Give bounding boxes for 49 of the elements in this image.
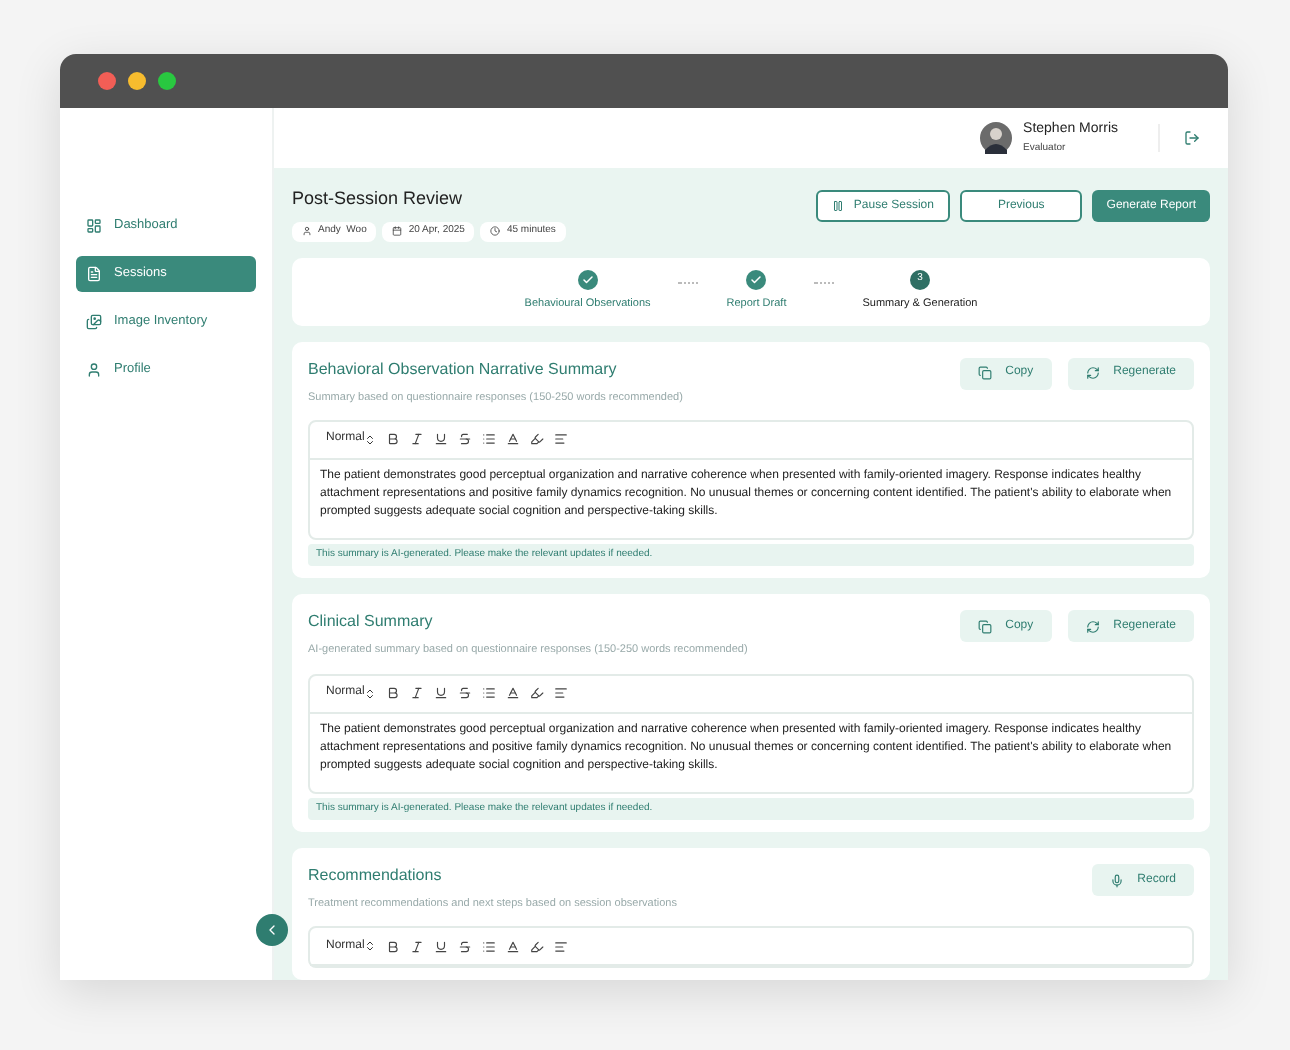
- underline-icon[interactable]: [434, 939, 449, 954]
- italic-icon[interactable]: [410, 686, 425, 700]
- text-editor[interactable]: [308, 673, 1194, 793]
- underline-icon[interactable]: [434, 686, 449, 700]
- italic-icon[interactable]: [410, 432, 425, 447]
- copy-icon: [977, 619, 992, 634]
- chevron-left-icon: [264, 922, 280, 938]
- section-title: Clinical Summary: [308, 610, 435, 635]
- minimize-window-icon[interactable]: [128, 72, 146, 90]
- list-icon[interactable]: [482, 939, 497, 954]
- strikethrough-icon[interactable]: [458, 939, 473, 954]
- text-color-icon[interactable]: [506, 686, 521, 700]
- refresh-icon: [1085, 366, 1100, 380]
- copy-icon: [977, 366, 992, 380]
- bold-icon[interactable]: [386, 432, 401, 447]
- align-left-icon[interactable]: [554, 939, 569, 954]
- clock-icon: [490, 226, 501, 236]
- close-window-icon[interactable]: [98, 72, 116, 90]
- logout-icon[interactable]: [1184, 130, 1200, 146]
- user-icon: [302, 226, 312, 236]
- refresh-icon: [1085, 619, 1100, 634]
- microphone-icon: [1109, 873, 1124, 887]
- align-left-icon[interactable]: [554, 686, 569, 700]
- avatar: [979, 122, 1012, 154]
- section-title: Recommendations: [308, 864, 444, 888]
- section-title: Behavioral Observation Narrative Summary: [308, 357, 619, 381]
- calendar-icon: [392, 226, 403, 236]
- images-icon: [86, 314, 102, 330]
- text-color-icon[interactable]: [506, 939, 521, 954]
- text-editor[interactable]: [308, 419, 1194, 540]
- highlight-icon[interactable]: [530, 939, 545, 954]
- pause-icon: [831, 200, 844, 212]
- italic-icon[interactable]: [410, 939, 425, 954]
- highlight-icon[interactable]: [530, 432, 545, 447]
- bold-icon[interactable]: [386, 939, 401, 954]
- list-icon[interactable]: [482, 686, 497, 700]
- text-color-icon[interactable]: [506, 432, 521, 447]
- maximize-window-icon[interactable]: [158, 72, 176, 90]
- page-title: Post-Session Review: [292, 186, 465, 212]
- strikethrough-icon[interactable]: [458, 432, 473, 447]
- document-icon: [86, 266, 102, 282]
- align-left-icon[interactable]: [554, 432, 569, 447]
- dashboard-icon: [86, 218, 102, 234]
- list-icon[interactable]: [482, 432, 497, 447]
- highlight-icon[interactable]: [530, 686, 545, 700]
- underline-icon[interactable]: [434, 432, 449, 447]
- strikethrough-icon[interactable]: [458, 686, 473, 700]
- bold-icon[interactable]: [386, 686, 401, 700]
- person-icon: [86, 362, 102, 378]
